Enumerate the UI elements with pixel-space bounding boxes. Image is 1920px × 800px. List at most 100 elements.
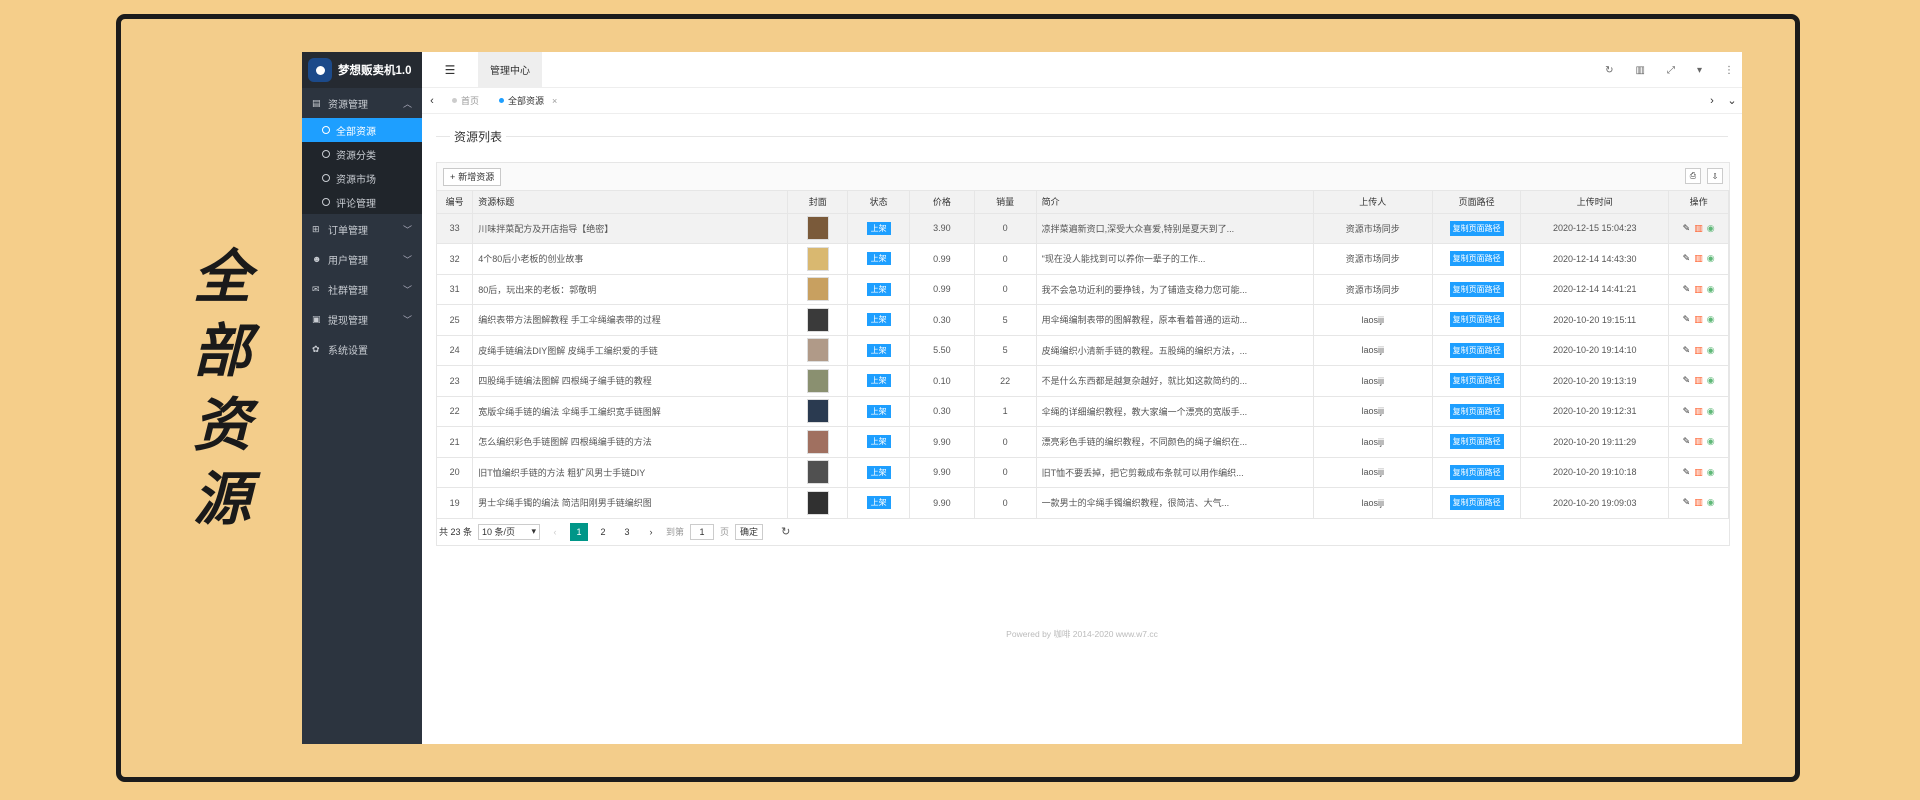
edit-icon[interactable]: ✎ [1683, 253, 1691, 264]
goto-page-input[interactable]: 1 [690, 523, 715, 540]
dropdown-icon[interactable]: ▾ [1697, 65, 1702, 76]
edit-icon[interactable]: ✎ [1683, 436, 1691, 447]
sidebar-item-all-resources[interactable]: 全部资源 [302, 118, 422, 142]
sidebar-group-withdraw[interactable]: ▣ 提现管理 ﹀ [302, 304, 422, 334]
trash-icon[interactable]: ▥ [1694, 375, 1703, 386]
status-badge[interactable]: 上架 [866, 435, 891, 449]
status-badge[interactable]: 上架 [866, 221, 891, 235]
tabs-prev-icon[interactable]: ‹ [422, 95, 442, 107]
eye-icon[interactable]: ◉ [1707, 467, 1715, 478]
eye-icon[interactable]: ◉ [1707, 345, 1715, 356]
sidebar-group-resources[interactable]: ▤ 资源管理 ︿ [302, 88, 422, 118]
trash-icon[interactable]: ▥ [1694, 253, 1703, 264]
table-row[interactable]: 19 男士伞绳手镯的编法 简洁阳刚男手链编织图 上架 9.90 0 一款男士的伞绳手镯编织… [437, 487, 1729, 519]
cover-thumbnail[interactable] [806, 216, 829, 241]
col-header[interactable]: 上传时间 [1520, 191, 1670, 214]
cover-thumbnail[interactable] [806, 277, 829, 302]
table-row[interactable]: 20 旧T恤编织手链的方法 粗犷风男士手链DIY 上架 9.90 0 旧T恤不要丢掉，把它… [437, 457, 1729, 488]
sidebar-item-resource-market[interactable]: 资源市场 [302, 166, 422, 190]
status-badge[interactable]: 上架 [866, 374, 891, 388]
edit-icon[interactable]: ✎ [1683, 284, 1691, 295]
trash-icon[interactable]: ▥ [1694, 223, 1703, 234]
menu-toggle-icon[interactable]: ☰ [422, 63, 478, 77]
status-badge[interactable]: 上架 [866, 404, 891, 418]
col-header[interactable]: 页面路径 [1432, 191, 1522, 214]
eye-icon[interactable]: ◉ [1707, 284, 1715, 295]
trash-icon[interactable]: ▥ [1694, 406, 1703, 417]
refresh-icon[interactable]: ↻ [1605, 65, 1613, 76]
print-icon[interactable]: ⎙ [1685, 168, 1701, 184]
col-header[interactable]: 上传人 [1313, 191, 1433, 214]
close-icon[interactable]: × [552, 96, 557, 106]
eye-icon[interactable]: ◉ [1707, 223, 1715, 234]
edit-icon[interactable]: ✎ [1683, 406, 1691, 417]
eye-icon[interactable]: ◉ [1707, 436, 1715, 447]
table-row[interactable]: 32 4个80后小老板的创业故事 上架 0.99 0 "现在没人能找到可以养你一辈子的工作… [437, 243, 1729, 275]
table-row[interactable]: 25 编织表带方法图解教程 手工伞绳编表带的过程 上架 0.30 5 用伞绳编制表带的图解… [437, 304, 1729, 336]
copy-path-button[interactable]: 复制页面路径 [1449, 342, 1504, 358]
trash-icon[interactable]: ▥ [1694, 467, 1703, 478]
col-header[interactable]: 状态 [847, 191, 911, 214]
cover-thumbnail[interactable] [806, 307, 829, 332]
tab-all-resources[interactable]: 全部资源 × [489, 94, 567, 107]
sidebar-group-settings[interactable]: ✿ 系统设置 [302, 334, 422, 364]
note-icon[interactable]: ▥ [1636, 65, 1645, 76]
table-row[interactable]: 21 怎么编织彩色手链图解 四根绳编手链的方法 上架 9.90 0 漂亮彩色手链的编织教程… [437, 426, 1729, 458]
cover-thumbnail[interactable] [806, 429, 829, 454]
table-row[interactable]: 22 宽版伞绳手链的编法 伞绳手工编织宽手链图解 上架 0.30 1 伞绳的详细编织教程，… [437, 396, 1729, 427]
cover-thumbnail[interactable] [806, 399, 829, 424]
status-badge[interactable]: 上架 [866, 313, 891, 327]
edit-icon[interactable]: ✎ [1683, 467, 1691, 478]
export-icon[interactable]: ⇩ [1707, 168, 1723, 184]
sidebar-group-users[interactable]: ☻ 用户管理 ﹀ [302, 244, 422, 274]
col-header[interactable]: 编号 [437, 191, 474, 214]
eye-icon[interactable]: ◉ [1707, 497, 1715, 508]
status-badge[interactable]: 上架 [866, 282, 891, 296]
status-badge[interactable]: 上架 [866, 252, 891, 266]
status-badge[interactable]: 上架 [866, 496, 891, 510]
cover-thumbnail[interactable] [806, 460, 829, 485]
status-badge[interactable]: 上架 [866, 343, 891, 357]
eye-icon[interactable]: ◉ [1707, 253, 1715, 264]
cover-thumbnail[interactable] [806, 246, 829, 271]
copy-path-button[interactable]: 复制页面路径 [1449, 281, 1504, 297]
eye-icon[interactable]: ◉ [1707, 314, 1715, 325]
col-header[interactable]: 简介 [1036, 191, 1314, 214]
copy-path-button[interactable]: 复制页面路径 [1449, 403, 1504, 419]
table-row[interactable]: 31 80后，玩出来的老板：郭敬明 上架 0.99 0 我不会急功近利的要挣钱，为了铺造支… [437, 274, 1729, 305]
refresh-icon[interactable]: ↻ [781, 525, 790, 538]
per-page-select[interactable]: 10 条/页 ▾ [478, 523, 541, 540]
page-3[interactable]: 3 [618, 523, 636, 541]
copy-path-button[interactable]: 复制页面路径 [1449, 312, 1504, 328]
cover-thumbnail[interactable] [806, 368, 829, 393]
col-header[interactable]: 销量 [974, 191, 1037, 214]
goto-confirm-button[interactable]: 确定 [735, 523, 764, 540]
trash-icon[interactable]: ▥ [1694, 314, 1703, 325]
col-header[interactable]: 资源标题 [472, 191, 789, 214]
table-row[interactable]: 23 四股绳手链编法图解 四根绳子编手链的教程 上架 0.10 22 不是什么东西都是越复… [437, 365, 1729, 397]
page-2[interactable]: 2 [594, 523, 612, 541]
eye-icon[interactable]: ◉ [1707, 375, 1715, 386]
trash-icon[interactable]: ▥ [1694, 497, 1703, 508]
tab-home[interactable]: 首页 [442, 94, 489, 107]
cover-thumbnail[interactable] [806, 490, 829, 515]
fullscreen-icon[interactable]: ⤢ [1667, 65, 1675, 76]
add-resource-button[interactable]: + 新增资源 [443, 167, 502, 186]
eye-icon[interactable]: ◉ [1707, 406, 1715, 417]
prev-page-icon[interactable]: ‹ [546, 523, 564, 541]
page-1[interactable]: 1 [570, 522, 589, 541]
sidebar-item-resource-category[interactable]: 资源分类 [302, 142, 422, 166]
col-header[interactable]: 价格 [909, 191, 975, 214]
tabs-menu-icon[interactable]: ⌄ [1722, 88, 1742, 114]
edit-icon[interactable]: ✎ [1683, 223, 1691, 234]
trash-icon[interactable]: ▥ [1694, 436, 1703, 447]
copy-path-button[interactable]: 复制页面路径 [1449, 251, 1504, 267]
sidebar-group-community[interactable]: ✉ 社群管理 ﹀ [302, 274, 422, 304]
next-page-icon[interactable]: › [642, 523, 660, 541]
col-header[interactable]: 操作 [1668, 191, 1729, 214]
tabs-next-icon[interactable]: › [1702, 88, 1722, 114]
col-header[interactable]: 封面 [787, 191, 849, 214]
logo[interactable]: 梦想贩卖机1.0 [302, 52, 422, 88]
table-row[interactable]: 24 皮绳手链编法DIY图解 皮绳手工编织爱的手链 上架 5.50 5 皮绳编织小清新手链… [437, 335, 1729, 366]
copy-path-button[interactable]: 复制页面路径 [1449, 373, 1504, 389]
